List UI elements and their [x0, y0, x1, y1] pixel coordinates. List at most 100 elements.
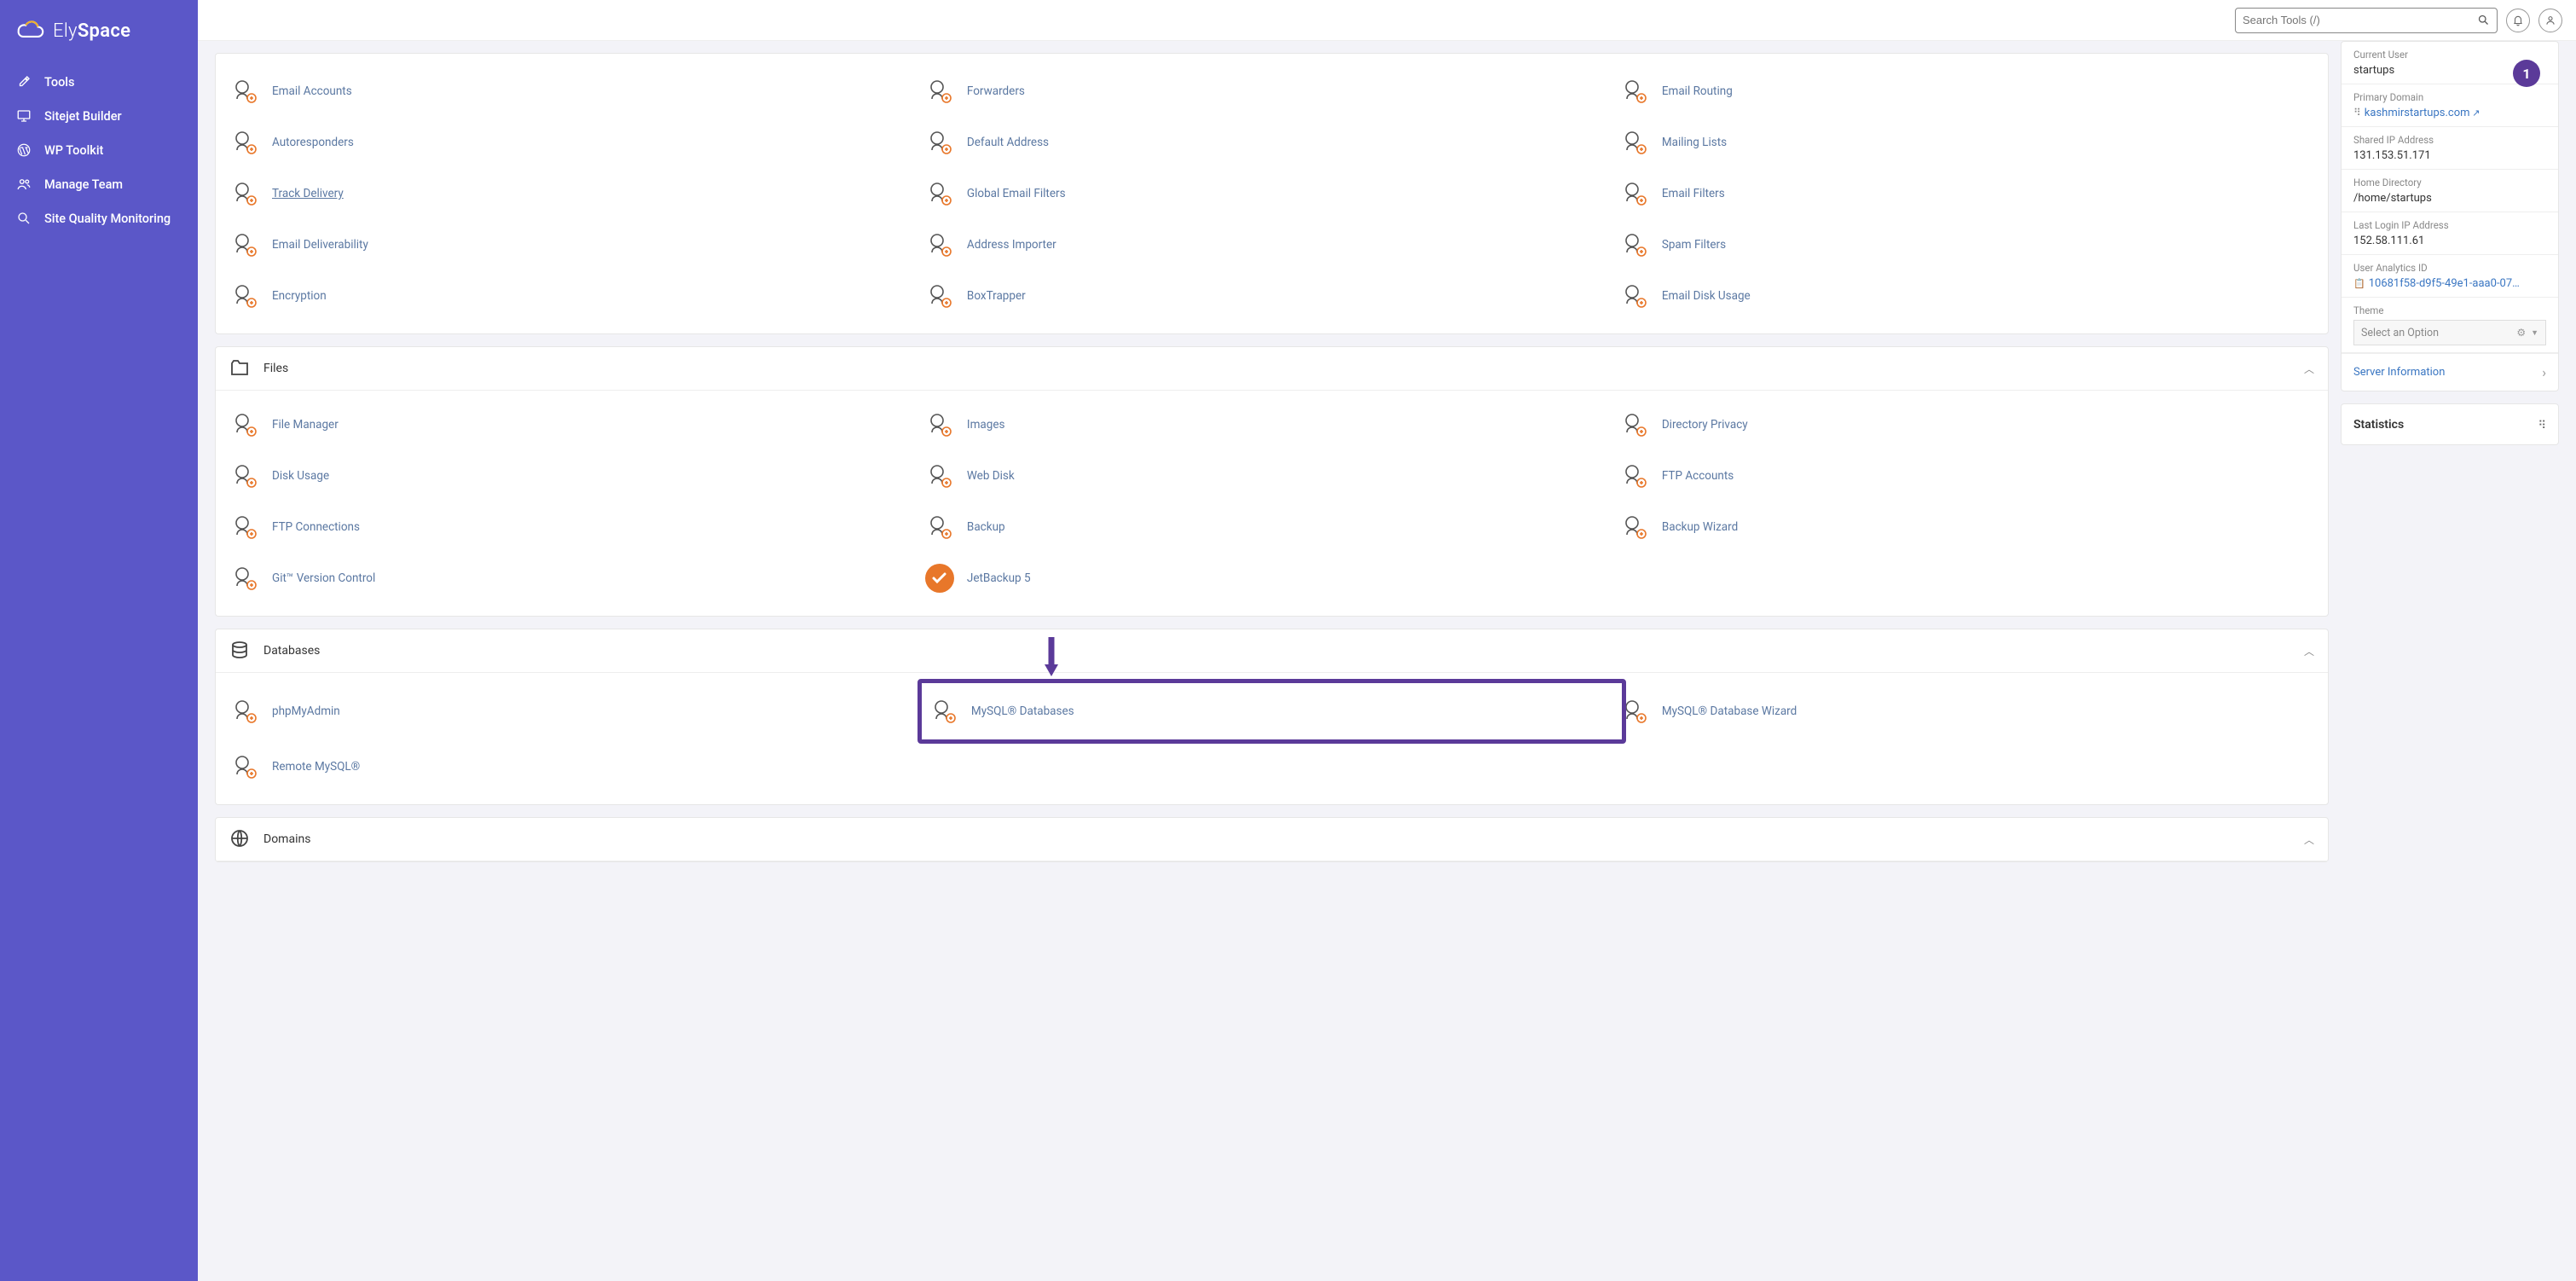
sidebar-item-sitequality[interactable]: Site Quality Monitoring [0, 201, 198, 235]
app-label: Default Address [967, 136, 1049, 149]
app-label: Address Importer [967, 238, 1056, 252]
app-icon [924, 409, 955, 440]
app-icon [1619, 178, 1650, 209]
clipboard-icon[interactable] [2353, 277, 2369, 290]
sidebar-item-manageteam[interactable]: Manage Team [0, 167, 198, 201]
app-file-manager[interactable]: File Manager [229, 399, 924, 450]
app-label: Web Disk [967, 469, 1015, 483]
app-label: FTP Connections [272, 520, 360, 534]
app-email-routing[interactable]: Email Routing [1619, 66, 2314, 117]
app-backup[interactable]: Backup [924, 501, 1619, 553]
panel-title: Files [263, 362, 288, 375]
wordpress-icon [15, 142, 32, 159]
app-ftp-accounts[interactable]: FTP Accounts [1619, 450, 2314, 501]
app-label: Email Routing [1662, 84, 1733, 98]
app-directory-privacy[interactable]: Directory Privacy [1619, 399, 2314, 450]
search-input[interactable] [2243, 14, 2477, 26]
app-icon [229, 281, 260, 311]
chevron-up-icon: ︿ [2304, 362, 2314, 376]
app-icon [1619, 127, 1650, 158]
app-icon [924, 127, 955, 158]
app-icon [229, 76, 260, 107]
app-label: Images [967, 418, 1005, 432]
app-jetbackup-5[interactable]: JetBackup 5 [924, 553, 1619, 604]
chevron-right-icon: › [2542, 364, 2546, 380]
app-icon [229, 127, 260, 158]
panel-header-databases[interactable]: Databases ︿ [216, 629, 2328, 673]
info-label: Theme [2353, 304, 2546, 316]
app-email-filters[interactable]: Email Filters [1619, 168, 2314, 219]
theme-select[interactable]: Select an Option ▼ [2353, 320, 2546, 345]
app-encryption[interactable]: Encryption [229, 270, 924, 322]
app-address-importer[interactable]: Address Importer [924, 219, 1619, 270]
app-ftp-connections[interactable]: FTP Connections [229, 501, 924, 553]
sidebar-item-label: Site Quality Monitoring [44, 212, 171, 226]
app-remote-mysql-[interactable]: Remote MySQL® [229, 741, 924, 792]
app-label: Email Deliverability [272, 238, 368, 252]
app-mysql-database-wizard[interactable]: MySQL® Database Wizard [1619, 681, 2314, 741]
app-icon [924, 229, 955, 260]
app-email-accounts[interactable]: Email Accounts [229, 66, 924, 117]
app-icon [924, 281, 955, 311]
side-column: Current User startups Primary Domain kas… [2341, 41, 2559, 445]
server-info-link[interactable]: Server Information › [2342, 353, 2558, 391]
app-icon [924, 76, 955, 107]
app-spam-filters[interactable]: Spam Filters [1619, 219, 2314, 270]
primary-domain-link[interactable]: kashmirstartups.com [2365, 107, 2480, 119]
app-git-version-control[interactable]: Git™ Version Control [229, 553, 924, 604]
sidebar-item-label: Manage Team [44, 177, 123, 192]
statistics-title: Statistics [2353, 418, 2404, 432]
app-track-delivery[interactable]: Track Delivery [229, 168, 924, 219]
loading-icon [2538, 416, 2546, 432]
panel-header-domains[interactable]: Domains ︿ [216, 818, 2328, 861]
app-disk-usage[interactable]: Disk Usage [229, 450, 924, 501]
app-label: Spam Filters [1662, 238, 1726, 252]
app-mysql-databases[interactable]: MySQL® Databases [929, 686, 1615, 737]
account-button[interactable] [2538, 9, 2562, 32]
shared-ip-value: 131.153.51.171 [2353, 149, 2546, 162]
gear-icon [2516, 327, 2526, 339]
user-icon [2544, 14, 2556, 26]
sidebar-item-wptoolkit[interactable]: WP Toolkit [0, 133, 198, 167]
app-icon [229, 461, 260, 491]
app-label: MySQL® Databases [971, 704, 1074, 718]
app-email-deliverability[interactable]: Email Deliverability [229, 219, 924, 270]
app-default-address[interactable]: Default Address [924, 117, 1619, 168]
statistics-card: Statistics [2341, 403, 2559, 445]
app-web-disk[interactable]: Web Disk [924, 450, 1619, 501]
app-label: Autoresponders [272, 136, 354, 149]
files-icon [229, 357, 252, 380]
app-boxtrapper[interactable]: BoxTrapper [924, 270, 1619, 322]
notifications-button[interactable] [2506, 9, 2530, 32]
panel-title: Databases [263, 644, 320, 658]
app-icon [924, 461, 955, 491]
app-forwarders[interactable]: Forwarders [924, 66, 1619, 117]
app-label: Email Filters [1662, 187, 1725, 200]
panel-header-files[interactable]: Files ︿ [216, 347, 2328, 391]
app-email-disk-usage[interactable]: Email Disk Usage [1619, 270, 2314, 322]
app-label: Mailing Lists [1662, 136, 1727, 149]
general-info-card: Current User startups Primary Domain kas… [2341, 41, 2559, 391]
search-box[interactable] [2235, 8, 2498, 33]
panel-body: File Manager Images Directory Privacy Di… [216, 391, 2328, 616]
app-label: File Manager [272, 418, 339, 432]
monitor-icon [15, 107, 32, 125]
panel-body: Email Accounts Forwarders Email Routing … [216, 54, 2328, 333]
app-images[interactable]: Images [924, 399, 1619, 450]
app-phpmyadmin[interactable]: phpMyAdmin [229, 681, 924, 741]
brand-text: ElyElySpaceSpace [53, 20, 130, 42]
cloud-icon [14, 19, 46, 43]
app-label: Directory Privacy [1662, 418, 1748, 432]
app-label: JetBackup 5 [967, 571, 1031, 585]
app-label: Git™ Version Control [272, 571, 375, 585]
header [198, 0, 2576, 41]
app-autoresponders[interactable]: Autoresponders [229, 117, 924, 168]
brand-logo[interactable]: ElyElySpaceSpace [0, 15, 198, 65]
sidebar-item-tools[interactable]: Tools [0, 65, 198, 99]
panel-title: Domains [263, 832, 310, 846]
analytics-id-link[interactable]: 10681f58-d9f5-49e1-aaa0-07… [2369, 277, 2520, 290]
app-global-email-filters[interactable]: Global Email Filters [924, 168, 1619, 219]
sidebar-item-sitejet[interactable]: Sitejet Builder [0, 99, 198, 133]
app-backup-wizard[interactable]: Backup Wizard [1619, 501, 2314, 553]
app-mailing-lists[interactable]: Mailing Lists [1619, 117, 2314, 168]
